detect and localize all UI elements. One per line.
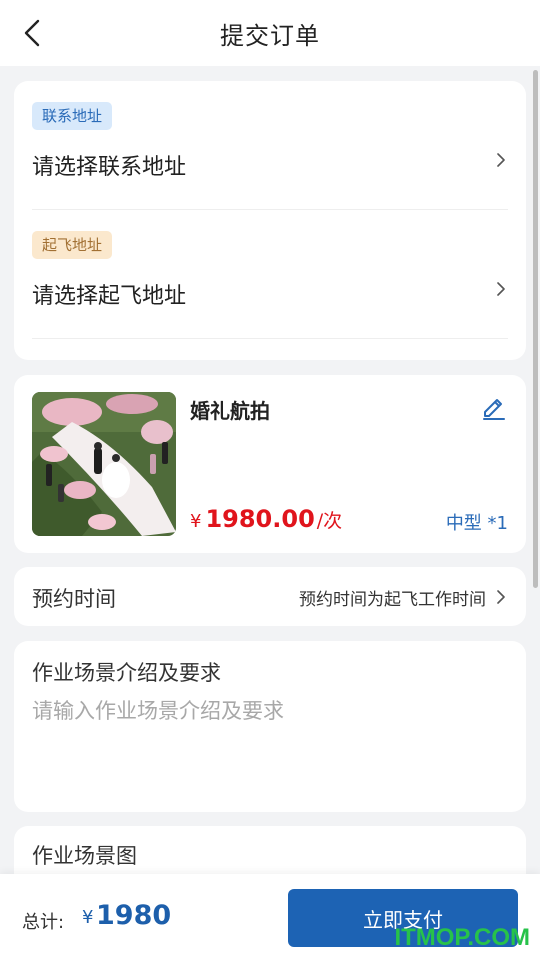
scene-description-input[interactable] <box>32 695 508 795</box>
pencil-edit-icon <box>483 399 505 420</box>
total-amount: 1980 <box>96 900 172 931</box>
watermark-logo: ITMOP.COM <box>394 924 530 951</box>
takeoff-address-tag: 起飞地址 <box>32 231 113 259</box>
scene-title: 作业场景介绍及要求 <box>32 661 221 685</box>
total-currency: ¥ <box>82 907 94 928</box>
price-currency: ¥ <box>190 511 202 532</box>
product-image <box>32 392 176 536</box>
scene-photos-title: 作业场景图 <box>32 844 137 868</box>
takeoff-address-row[interactable]: 起飞地址 请选择起飞地址 <box>32 210 508 338</box>
page-title: 提交订单 <box>220 21 320 50</box>
product-name: 婚礼航拍 <box>190 399 270 423</box>
contact-address-row[interactable]: 联系地址 请选择联系地址 <box>32 81 508 209</box>
price-amount: 1980.00 <box>205 505 315 533</box>
chevron-left-icon <box>24 19 40 47</box>
product-card: 婚礼航拍 ¥ 1980.00 /次 中型 *1 <box>14 375 526 553</box>
price-unit: /次 <box>316 510 343 532</box>
edit-button[interactable] <box>480 393 508 421</box>
product-price: ¥ 1980.00 /次 <box>190 505 342 533</box>
takeoff-address-placeholder: 请选择起飞地址 <box>32 284 187 309</box>
product-spec: 中型 *1 <box>445 513 508 534</box>
total-label: 总计: <box>22 912 65 933</box>
contact-address-placeholder: 请选择联系地址 <box>32 155 187 180</box>
back-button[interactable] <box>14 15 50 51</box>
address-card: 联系地址 请选择联系地址 起飞地址 请选择起飞地址 <box>14 81 526 360</box>
divider <box>32 338 508 339</box>
wedding-aerial-photo <box>32 392 176 536</box>
chevron-right-icon <box>497 153 505 167</box>
appointment-label: 预约时间 <box>32 587 116 611</box>
chevron-right-icon <box>497 282 505 296</box>
scrollbar[interactable] <box>533 70 538 588</box>
top-bar: 提交订单 <box>0 0 540 66</box>
contact-address-tag: 联系地址 <box>32 102 113 130</box>
appointment-time-row[interactable]: 预约时间 预约时间为起飞工作时间 <box>14 567 526 626</box>
chevron-right-icon <box>497 590 505 604</box>
scene-description-card: 作业场景介绍及要求 <box>14 641 526 812</box>
appointment-value: 预约时间为起飞工作时间 <box>299 590 486 610</box>
